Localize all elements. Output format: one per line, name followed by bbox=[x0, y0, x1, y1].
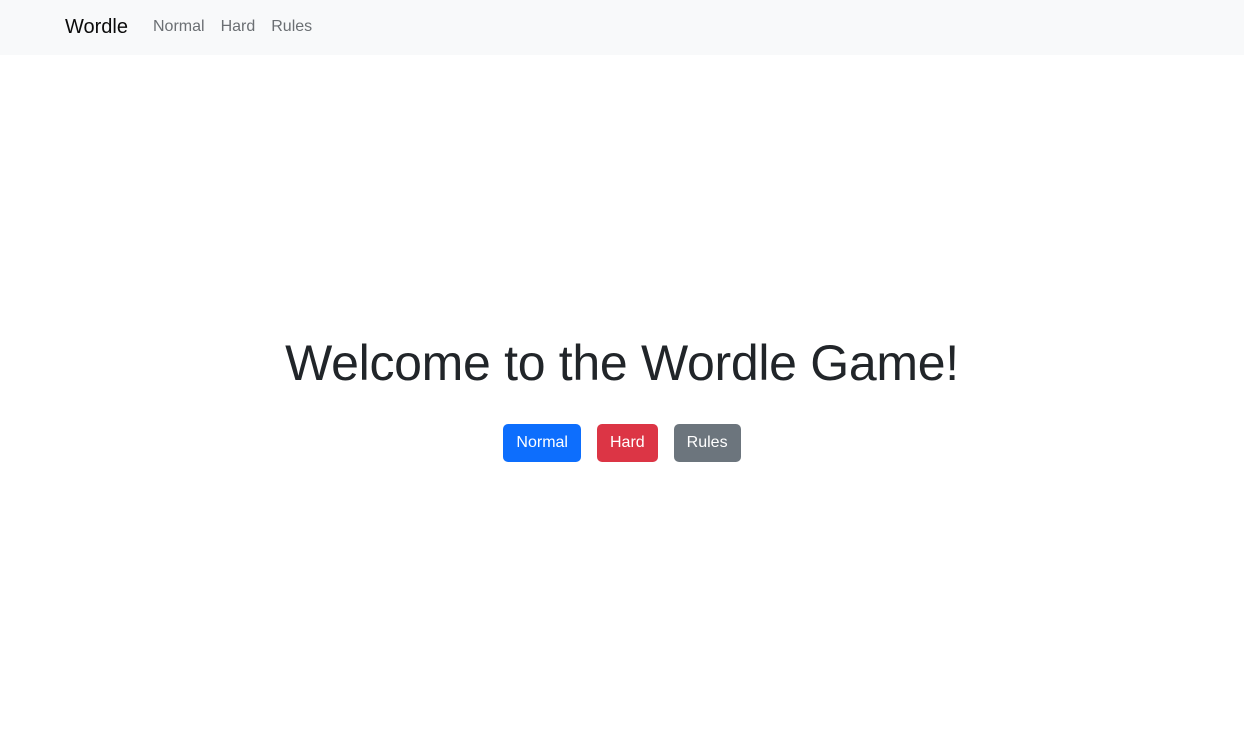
nav-link-hard[interactable]: Hard bbox=[221, 17, 256, 37]
nav-links: Normal Hard Rules bbox=[153, 17, 312, 37]
page-title: Welcome to the Wordle Game! bbox=[285, 335, 959, 391]
rules-button[interactable]: Rules bbox=[673, 424, 741, 462]
mode-button-group: Normal Hard Rules bbox=[0, 424, 1244, 462]
navbar: Wordle Normal Hard Rules bbox=[0, 0, 1244, 55]
nav-link-rules[interactable]: Rules bbox=[271, 17, 312, 37]
hard-mode-button[interactable]: Hard bbox=[596, 424, 658, 462]
brand-link[interactable]: Wordle bbox=[65, 15, 128, 39]
nav-link-normal[interactable]: Normal bbox=[153, 17, 205, 37]
normal-mode-button[interactable]: Normal bbox=[503, 424, 581, 462]
